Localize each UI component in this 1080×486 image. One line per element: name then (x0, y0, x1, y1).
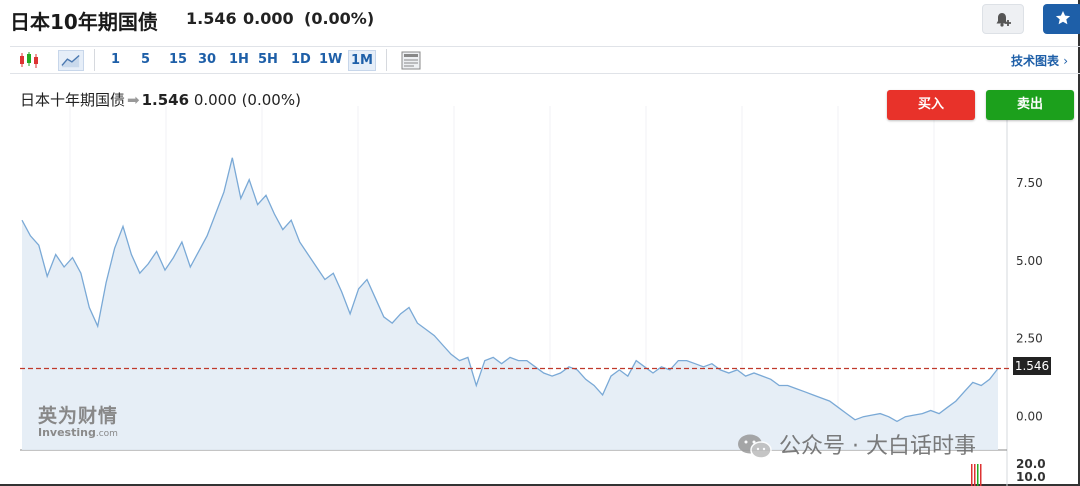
timeframe-5[interactable]: 5 (141, 52, 150, 67)
sell-button[interactable]: 卖出 (986, 90, 1074, 120)
timeframe-1w[interactable]: 1W (319, 52, 342, 67)
toolbar-divider (94, 49, 95, 71)
timeframe-30[interactable]: 30 (198, 52, 216, 67)
wechat-account-text: 公众号 · 大白话时事 (779, 434, 976, 459)
series-area (22, 157, 998, 451)
volume-tick-label: 10.0 (1016, 470, 1046, 484)
timeframe-5h[interactable]: 5H (258, 52, 278, 67)
add-alert-button[interactable] (982, 4, 1024, 34)
watchlist-star-button[interactable] (1043, 4, 1080, 34)
wechat-overlay: 公众号 · 大白话时事 (737, 428, 976, 461)
last-price: 1.546 (186, 9, 237, 28)
y-tick-label: 7.50 (1016, 176, 1043, 190)
legend-name: 日本十年期国债 (20, 91, 126, 109)
instrument-title: 日本10年期国债 (10, 10, 158, 34)
legend-change: 0.000 (193, 91, 237, 109)
timeframe-15[interactable]: 15 (169, 52, 187, 67)
y-tick-label: 2.50 (1016, 332, 1043, 346)
volume-bar (971, 464, 973, 486)
chart-panel: 7.50 5.00 2.50 0.00 20.0 10.0 日本十年期国债 ➡ 1.546 0… (10, 76, 1080, 486)
timeframe-1d[interactable]: 1D (291, 52, 311, 67)
timeframe-1[interactable]: 1 (111, 52, 120, 67)
watermark-cn: 英为财情 (38, 405, 119, 427)
chevron-right-icon: › (1063, 54, 1069, 68)
volume-bar (977, 464, 979, 486)
volume-bar (974, 464, 976, 486)
legend-price: 1.546 (141, 91, 190, 109)
instrument-header: 日本10年期国债 1.546 0.000 (0.00%) (0, 0, 1080, 44)
volume-tick-label: 20.0 (1016, 457, 1046, 471)
volume-bar (980, 464, 982, 486)
legend-change-percent: (0.00%) (241, 91, 301, 109)
toolbar-divider (386, 49, 387, 71)
price-change: 0.000 (243, 9, 294, 28)
buy-button[interactable]: 买入 (887, 90, 975, 120)
current-price-tag: 1.546 (1013, 357, 1051, 375)
price-change-percent: (0.00%) (304, 9, 375, 28)
technical-chart-link[interactable]: 技术图表 › (1011, 52, 1068, 69)
bell-plus-icon (996, 13, 1011, 27)
timeframe-1m[interactable]: 1M (348, 50, 376, 71)
arrow-right-icon: ➡ (127, 91, 140, 109)
timeframe-1h[interactable]: 1H (229, 52, 249, 67)
investing-watermark: 英为财情 Investing.com (38, 401, 118, 439)
layout-panel-icon[interactable] (400, 50, 422, 71)
wechat-icon (738, 434, 772, 459)
area-chart-icon[interactable] (58, 50, 84, 71)
y-tick-label: 5.00 (1016, 254, 1043, 268)
chart-toolbar: 1 5 15 30 1H 5H 1D 1W 1M 技术图表 › (10, 46, 1080, 74)
price-chart[interactable]: 7.50 5.00 2.50 0.00 20.010.0 (10, 76, 1080, 486)
y-tick-label: 0.00 (1016, 410, 1043, 424)
candlestick-icon[interactable] (18, 50, 40, 71)
star-icon (1055, 11, 1071, 25)
chart-legend: 日本十年期国债 ➡ 1.546 0.000 (0.00%) (20, 89, 301, 110)
watermark-en: Investing.com (38, 426, 118, 439)
